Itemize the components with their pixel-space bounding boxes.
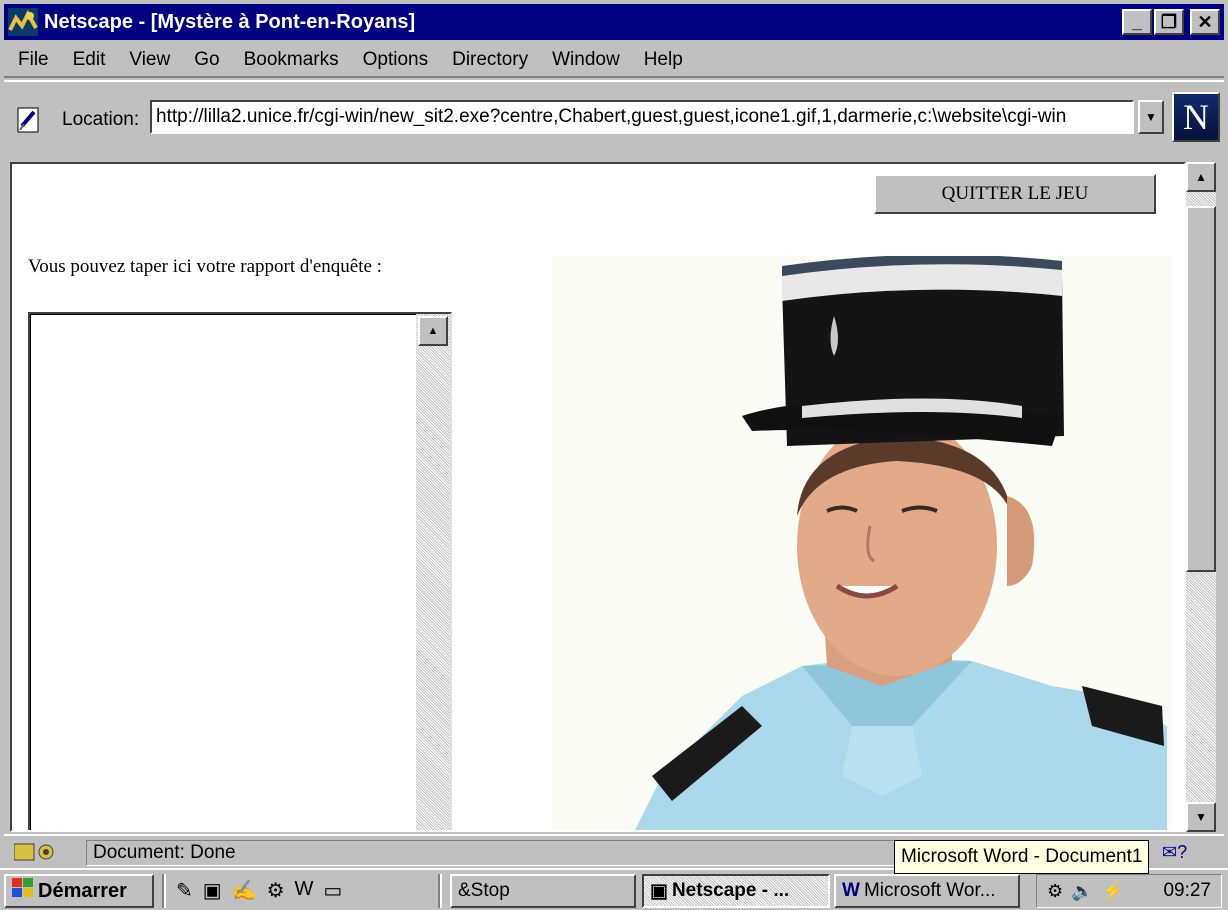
task-word[interactable]: W Microsoft Wor... xyxy=(834,874,1020,908)
task-netscape[interactable]: ▣ Netscape - ... xyxy=(642,874,830,908)
close-button[interactable]: ✕ xyxy=(1190,9,1220,35)
page-scrollbar[interactable]: ▲ ▼ xyxy=(1186,162,1216,832)
scroll-down-button[interactable]: ▼ xyxy=(1186,802,1216,832)
chevron-down-icon: ▼ xyxy=(1145,110,1157,124)
scroll-up-button[interactable]: ▲ xyxy=(1186,162,1216,192)
menu-options[interactable]: Options xyxy=(363,49,428,71)
menu-bar: File Edit View Go Bookmarks Options Dire… xyxy=(4,44,1224,78)
task-stop[interactable]: &Stop xyxy=(450,874,636,908)
triangle-up-icon: ▲ xyxy=(1195,170,1207,184)
netscape-app-icon xyxy=(8,8,38,36)
quit-game-button[interactable]: QUITTER LE JEU xyxy=(874,174,1156,214)
menu-file[interactable]: File xyxy=(18,49,49,71)
triangle-down-icon: ▼ xyxy=(1195,810,1207,824)
report-prompt: Vous pouvez taper ici votre rapport d'en… xyxy=(28,256,382,277)
quick-launch-notepad-icon[interactable]: ✍ xyxy=(232,878,257,903)
start-windows-icon xyxy=(12,878,34,904)
menu-help[interactable]: Help xyxy=(644,49,683,71)
minimize-button[interactable]: _ xyxy=(1122,9,1152,35)
menu-directory[interactable]: Directory xyxy=(452,49,528,71)
location-dropdown-button[interactable]: ▼ xyxy=(1138,100,1164,134)
taskbar-separator xyxy=(438,874,442,908)
taskbar-separator xyxy=(162,874,166,908)
status-text: Document: Done xyxy=(86,840,896,866)
report-text-field[interactable] xyxy=(30,314,416,830)
menu-view[interactable]: View xyxy=(129,49,170,71)
task-word-label: Microsoft Wor... xyxy=(863,880,996,901)
scroll-up-icon[interactable]: ▲ xyxy=(418,316,448,346)
quick-launch-tree-icon[interactable]: ⚙ xyxy=(267,878,285,903)
netscape-window: Netscape - [Mystère à Pont-en-Royans] _ … xyxy=(0,0,1228,910)
quick-launch-netscape-icon[interactable]: ▣ xyxy=(203,878,222,903)
window-title: Netscape - [Mystère à Pont-en-Royans] xyxy=(44,10,416,33)
start-button[interactable]: Démarrer xyxy=(4,874,154,908)
quick-launch: ✎ ▣ ✍ ⚙ W ▭ xyxy=(176,878,342,903)
taskbar-tooltip: Microsoft Word - Document1 xyxy=(894,840,1150,874)
menu-edit[interactable]: Edit xyxy=(73,49,106,71)
quick-launch-word-icon[interactable]: W xyxy=(295,878,314,903)
title-bar[interactable]: Netscape - [Mystère à Pont-en-Royans] _ … xyxy=(4,4,1224,40)
taskbar: Démarrer ✎ ▣ ✍ ⚙ W ▭ &Stop ▣ Netscape - … xyxy=(0,868,1228,910)
word-task-icon: W xyxy=(842,880,860,901)
maximize-button[interactable]: ❐ xyxy=(1154,9,1184,35)
window-controls: _ ❐ ✕ xyxy=(1122,9,1220,35)
menu-window[interactable]: Window xyxy=(552,49,620,71)
quick-launch-edit-icon[interactable]: ✎ xyxy=(176,878,193,903)
menu-bookmarks[interactable]: Bookmarks xyxy=(244,49,339,71)
tray-flash-icon[interactable]: ⚡ xyxy=(1102,881,1124,902)
security-key-icon[interactable] xyxy=(13,842,60,864)
tray-settings-icon[interactable]: ⚙ xyxy=(1047,881,1063,902)
mail-icon[interactable]: ✉? xyxy=(1162,842,1187,863)
location-label: Location: xyxy=(62,109,140,130)
netscape-task-icon: ▣ xyxy=(650,880,668,902)
task-netscape-label: Netscape - ... xyxy=(671,880,790,901)
location-bookmark-icon[interactable] xyxy=(16,106,42,134)
system-tray: ⚙ 🔈 ⚡ 09:27 xyxy=(1036,874,1222,908)
location-url-input[interactable]: http://lilla2.unice.fr/cgi-win/new_sit2.… xyxy=(150,100,1134,134)
clock[interactable]: 09:27 xyxy=(1163,880,1211,902)
page-content: QUITTER LE JEU Vous pouvez taper ici vot… xyxy=(10,162,1186,832)
report-scrollbar[interactable]: ▲ xyxy=(416,314,450,830)
quick-launch-window-icon[interactable]: ▭ xyxy=(323,878,342,903)
location-toolbar: Location: http://lilla2.unice.fr/cgi-win… xyxy=(4,80,1224,158)
volume-icon[interactable]: 🔈 xyxy=(1071,881,1093,902)
netscape-logo-icon[interactable]: N xyxy=(1172,92,1220,142)
scroll-thumb[interactable] xyxy=(1186,206,1216,572)
gendarme-photo xyxy=(552,254,1172,830)
menu-go[interactable]: Go xyxy=(194,49,219,71)
report-textarea[interactable]: ▲ xyxy=(28,312,452,830)
start-label: Démarrer xyxy=(38,879,127,902)
